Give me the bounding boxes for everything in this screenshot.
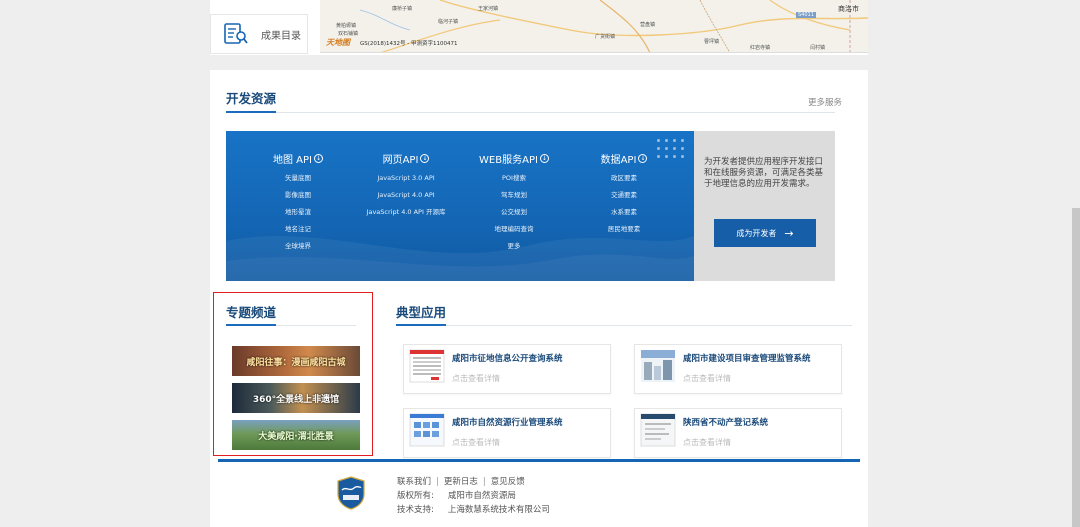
topic-banner[interactable]: 咸阳往事：漫画咸阳古城 bbox=[232, 346, 360, 376]
api-item[interactable]: 水系要素 bbox=[594, 207, 654, 217]
footer-support: 技术支持: 上海数慧系统技术有限公司 bbox=[397, 505, 550, 515]
map-label: 廉桥子镇 bbox=[392, 6, 413, 12]
map-signature-logo: 天地图 bbox=[326, 38, 350, 47]
api-item[interactable]: 影像底图 bbox=[263, 190, 333, 200]
footer-badge-logo bbox=[337, 476, 365, 510]
apps-section-title: 典型应用 bbox=[396, 305, 447, 320]
api-item[interactable]: 更多 bbox=[474, 241, 554, 251]
dots-decoration bbox=[657, 139, 684, 158]
map-label: 曹坪镇 bbox=[704, 39, 720, 45]
app-card[interactable]: 陕西省不动产登记系统 点击查看详情 bbox=[634, 408, 842, 458]
app-card[interactable]: 咸阳市建设项目审查管理监管系统 点击查看详情 bbox=[634, 344, 842, 394]
footer-bar bbox=[218, 459, 860, 462]
api-head[interactable]: 网页API bbox=[383, 151, 419, 166]
more-services-link[interactable]: 更多服务 bbox=[808, 96, 842, 108]
api-column-data: 数据API ↓ 政区要素 交通要素 水系要素 居民地要素 bbox=[594, 151, 654, 234]
topic-banner-title: 咸阳往事：漫画咸阳古城 bbox=[246, 357, 346, 368]
scrollbar[interactable] bbox=[1072, 208, 1080, 527]
divider bbox=[396, 325, 852, 326]
map-preview[interactable]: 廉桥子镇 临河子镇 王家河镇 黄柏塬镇 双石铺镇 广货街镇 营盘镇 曹坪镇 红岩… bbox=[320, 0, 868, 53]
api-item[interactable]: 驾车规划 bbox=[474, 190, 554, 200]
download-icon[interactable]: ↓ bbox=[539, 154, 549, 163]
api-item[interactable]: 地形晕渲 bbox=[263, 207, 333, 217]
become-developer-button[interactable]: 成为开发者 → bbox=[714, 219, 816, 247]
app-name: 咸阳市征地信息公开查询系统 bbox=[452, 354, 563, 364]
map-city: 商洛市 bbox=[838, 5, 859, 13]
api-item[interactable]: 公交规划 bbox=[474, 207, 554, 217]
download-icon[interactable]: ↓ bbox=[638, 154, 648, 163]
footer-links: 联系我们 | 更新日志 | 意见反馈 bbox=[397, 477, 525, 487]
api-item[interactable]: POI搜索 bbox=[474, 173, 554, 183]
catalog-icon bbox=[224, 23, 248, 44]
app-card[interactable]: 咸阳市自然资源行业管理系统 点击查看详情 bbox=[403, 408, 611, 458]
api-item[interactable]: JavaScript 4.0 API bbox=[353, 190, 459, 200]
divider bbox=[226, 112, 835, 113]
api-item[interactable]: 政区要素 bbox=[594, 173, 654, 183]
map-label: 广货街镇 bbox=[595, 34, 616, 40]
footer-link-changelog[interactable]: 更新日志 bbox=[444, 477, 478, 487]
map-label: 黄柏塬镇 bbox=[336, 23, 357, 29]
app-detail-link[interactable]: 点击查看详情 bbox=[683, 437, 731, 448]
app-thumbnail bbox=[409, 413, 445, 447]
map-copyright: GS(2018)1432号 - 甲测资字1100471 bbox=[360, 41, 458, 47]
map-label: 营盘镇 bbox=[640, 22, 656, 28]
api-column-map: 地图 API ↓ 矢量底图 影像底图 地形晕渲 地名注记 全球境界 bbox=[263, 151, 333, 251]
title-underline bbox=[226, 111, 276, 113]
app-detail-link[interactable]: 点击查看详情 bbox=[452, 373, 500, 384]
topic-banner-title: 大美咸阳·渭北胜景 bbox=[258, 431, 334, 442]
topic-banner[interactable]: 大美咸阳·渭北胜景 bbox=[232, 420, 360, 450]
dev-section-title: 开发资源 bbox=[226, 91, 277, 106]
download-icon[interactable]: ↓ bbox=[314, 154, 323, 163]
topic-section-title: 专题频道 bbox=[226, 305, 277, 320]
map-label: 双石铺镇 bbox=[338, 31, 359, 37]
footer-copyright: 版权所有: 咸阳市自然资源局 bbox=[397, 491, 516, 501]
map-label: 临河子镇 bbox=[438, 19, 459, 25]
app-thumbnail bbox=[409, 349, 445, 383]
topic-banner-title: 360°全景线上非遗馆 bbox=[252, 394, 340, 405]
topic-banner[interactable]: 360°全景线上非遗馆 bbox=[232, 383, 360, 413]
footer-link-contact[interactable]: 联系我们 bbox=[397, 477, 431, 487]
api-item[interactable]: 地名注记 bbox=[263, 224, 333, 234]
api-head[interactable]: 地图 API bbox=[273, 151, 312, 166]
title-underline bbox=[396, 324, 446, 326]
arrow-right-icon: → bbox=[784, 226, 794, 240]
catalog-button[interactable]: 成果目录 bbox=[210, 14, 308, 54]
footer-info: 联系我们 | 更新日志 | 意见反馈 版权所有: 咸阳市自然资源局 技术支持: 上海数慧系统… bbox=[397, 475, 550, 517]
footer-link-feedback[interactable]: 意见反馈 bbox=[491, 477, 525, 487]
developer-panel: 为开发者提供应用程序开发接口和在线服务资源，可满足各类基于地理信息的应用开发需求… bbox=[694, 131, 835, 281]
main-panel: 开发资源 更多服务 地图 API ↓ 矢量底图 影像底图 地形晕渲 地名注记 全球… bbox=[210, 70, 868, 527]
app-name: 咸阳市自然资源行业管理系统 bbox=[452, 418, 563, 428]
app-detail-link[interactable]: 点击查看详情 bbox=[683, 373, 731, 384]
app-thumbnail bbox=[640, 413, 676, 447]
developer-description: 为开发者提供应用程序开发接口和在线服务资源，可满足各类基于地理信息的应用开发需求… bbox=[704, 157, 824, 189]
api-item[interactable]: 交通要素 bbox=[594, 190, 654, 200]
map-label: 闫村镇 bbox=[810, 45, 826, 51]
api-column-webservice: WEB服务API ↓ POI搜索 驾车规划 公交规划 地理编码查询 更多 bbox=[474, 151, 554, 251]
api-item[interactable]: 矢量底图 bbox=[263, 173, 333, 183]
app-name: 陕西省不动产登记系统 bbox=[683, 418, 769, 428]
app-card[interactable]: 咸阳市征地信息公开查询系统 点击查看详情 bbox=[403, 344, 611, 394]
app-detail-link[interactable]: 点击查看详情 bbox=[452, 437, 500, 448]
app-name: 咸阳市建设项目审查管理监管系统 bbox=[683, 354, 811, 364]
become-developer-label: 成为开发者 bbox=[736, 228, 777, 238]
title-underline bbox=[226, 324, 276, 326]
api-head[interactable]: 数据API bbox=[601, 151, 637, 166]
api-item[interactable]: 居民地要素 bbox=[594, 224, 654, 234]
map-label: 红岩寺镇 bbox=[750, 45, 771, 51]
api-item[interactable]: 地理编码查询 bbox=[474, 224, 554, 234]
road-tag: S4011 bbox=[796, 12, 816, 18]
download-icon[interactable]: ↓ bbox=[420, 154, 430, 163]
api-item[interactable]: JavaScript 3.0 API bbox=[353, 173, 459, 183]
app-thumbnail bbox=[641, 350, 675, 382]
catalog-label: 成果目录 bbox=[261, 30, 301, 42]
api-head[interactable]: WEB服务API bbox=[479, 151, 538, 166]
map-label: 王家河镇 bbox=[478, 6, 499, 12]
api-column-web: 网页API ↓ JavaScript 3.0 API JavaScript 4.0… bbox=[353, 151, 459, 217]
api-banner: 地图 API ↓ 矢量底图 影像底图 地形晕渲 地名注记 全球境界 网页API ↓ … bbox=[226, 131, 694, 281]
api-item[interactable]: 全球境界 bbox=[263, 241, 333, 251]
api-item[interactable]: JavaScript 4.0 API 开源库 bbox=[353, 207, 459, 217]
